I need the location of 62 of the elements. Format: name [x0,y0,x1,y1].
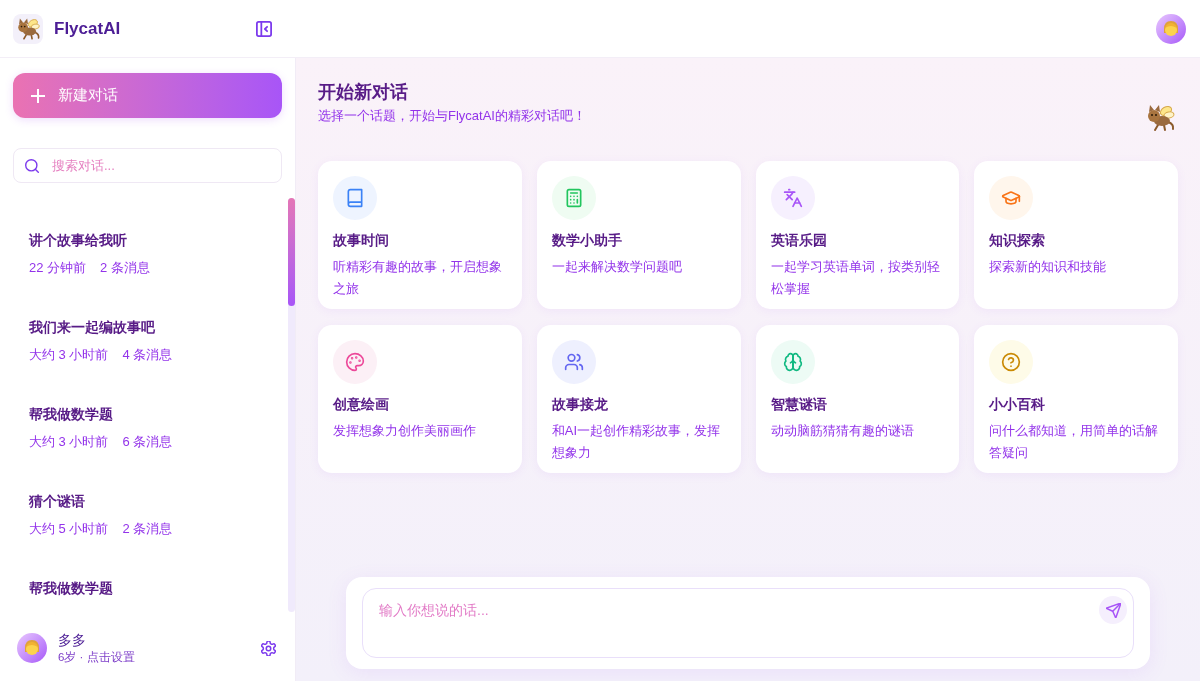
topic-title: 故事接龙 [551,395,609,414]
conversation-title[interactable]: 讲个故事给我听 [29,230,281,250]
plus-icon [31,88,45,103]
page-subtitle: 选择一个话题，开始与FlycatAI的精彩对话吧！ [318,107,586,125]
conversation-time: 大约 3 小时前 [29,433,109,451]
avatar-icon[interactable] [1156,13,1186,44]
question-icon [989,340,1034,384]
topic-card[interactable]: 英语乐园 一起学习英语单词，按类别轻松掌握 [755,161,960,309]
message-count: 4 条消息 [122,346,173,364]
topic-title: 知识探索 [989,231,1047,250]
brain-icon [770,340,815,384]
topic-title: 智慧谜语 [770,395,828,414]
graduation-cap-icon [989,176,1034,220]
topic-description: 问什么都知道，用简单的话解答疑问 [989,422,1160,462]
message-count: 2 条消息 [100,259,150,277]
cat-logo-icon [13,13,43,44]
topic-card[interactable]: 小小百科 问什么都知道，用简单的话解答疑问 [974,325,1178,473]
conversation-time: 22 分钟前 [29,259,87,277]
topic-card[interactable]: 故事接龙 和AI一起创作精彩故事，发挥想象力 [536,325,741,473]
scrollbar-thumb[interactable] [288,198,295,306]
topic-card[interactable]: 数学小助手 一起来解决数学问题吧 [536,161,741,309]
conversation-title[interactable]: 帮我做数学题 [29,578,281,598]
translate-icon [770,176,815,220]
conversation-title[interactable]: 猜个谜语 [29,491,281,511]
topic-title: 数学小助手 [551,231,623,250]
message-count: 2 条消息 [122,520,173,538]
user-name: 多多 [58,631,87,649]
conversation-time: 大约 5 小时前 [29,520,109,538]
avatar-icon [17,633,47,663]
book-icon [333,176,377,220]
conversation-title[interactable]: 我们来一起编故事吧 [29,317,281,337]
topic-title: 英语乐园 [770,231,828,250]
topic-description: 和AI一起创作精彩故事，发挥想象力 [551,422,722,462]
topic-description: 一起来解决数学问题吧 [551,258,683,276]
message-input[interactable]: 输入你想说的话... [362,588,1134,658]
topic-title: 故事时间 [333,231,390,250]
palette-icon [333,340,377,384]
topic-description: 探索新的知识和技能 [989,258,1108,276]
topic-description: 发挥想象力创作美丽画作 [333,422,477,440]
search-field[interactable]: 搜索对话... [13,148,282,183]
search-icon [25,158,39,173]
message-count: 6 条消息 [122,433,173,451]
topic-title: 创意绘画 [333,395,390,414]
app-name: FlycatAI [54,17,121,40]
settings-icon[interactable] [261,640,276,656]
sidebar-collapse-icon[interactable] [256,20,272,37]
conversation-title[interactable]: 帮我做数学题 [29,404,281,424]
page-title: 开始新对话 [318,81,409,104]
topic-title: 小小百科 [989,395,1047,414]
user-detail[interactable]: 6岁 · 点击设置 [58,649,135,665]
scrollbar-track[interactable] [288,198,295,612]
conversation-time: 大约 3 小时前 [29,346,109,364]
topic-card[interactable]: 智慧谜语 动动脑筋猜猜有趣的谜语 [755,325,960,473]
topic-description: 一起学习英语单词，按类别轻松掌握 [770,258,941,298]
topic-card[interactable]: 创意绘画 发挥想象力创作美丽画作 [318,325,522,473]
topic-card[interactable]: 知识探索 探索新的知识和技能 [974,161,1178,309]
send-icon [1105,602,1121,618]
topic-description: 动动脑筋猜猜有趣的谜语 [770,422,915,440]
people-icon [551,340,596,384]
topic-card[interactable]: 故事时间 听精彩有趣的故事，开启想象之旅 [318,161,522,309]
topic-description: 听精彩有趣的故事，开启想象之旅 [333,258,503,298]
calculator-icon [551,176,596,220]
